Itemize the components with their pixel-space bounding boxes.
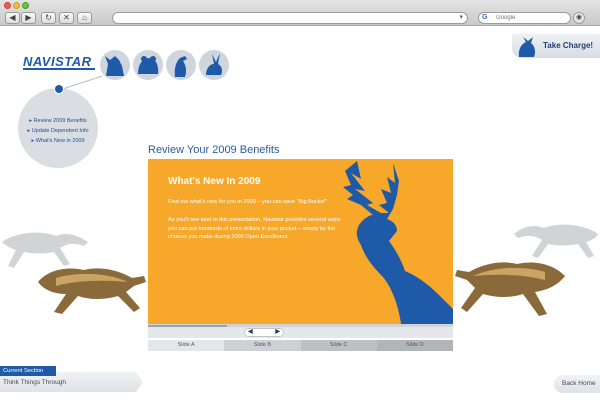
dropdown-arrow-icon[interactable]: ▾ <box>459 13 463 23</box>
search-input[interactable] <box>496 14 566 22</box>
logo-underline <box>23 68 95 70</box>
google-icon: G <box>482 14 488 21</box>
slide-heading: What's New In 2009 <box>168 176 261 187</box>
back-home-button[interactable]: Back Home <box>554 375 600 393</box>
address-bar[interactable]: ▾ <box>112 12 468 24</box>
current-section-name: Think Things Through <box>3 379 66 386</box>
slide-panel: What's New In 2009 Find out what's new f… <box>148 159 453 324</box>
current-section-label: Current Section <box>0 366 56 376</box>
navistar-logo: NAVISTAR <box>23 54 92 69</box>
slide-body: Find out what's new for you in 2009 – yo… <box>168 198 348 242</box>
search-box[interactable]: G <box>478 12 571 24</box>
reload-icon[interactable]: ↻ <box>41 12 56 24</box>
previous-slide-icon[interactable]: ◀ <box>248 329 253 336</box>
slide-paragraph-2: As you'll see later in this presentation… <box>168 216 341 241</box>
back-home-label: Back Home <box>562 380 596 387</box>
side-nav-links: ▸ Review 2009 Benefits ▸ Update Dependen… <box>20 116 96 146</box>
slide-progress-fill <box>148 325 228 327</box>
link-whats-new[interactable]: ▸ What's New in 2009 <box>20 136 96 146</box>
browser-toolbar: ◀ ▶ ↻ ✕ ⌂ ▾ G ◉ <box>0 0 600 26</box>
take-charge-label: Take Charge! <box>543 41 594 50</box>
zoom-window-button[interactable] <box>22 2 29 9</box>
minimize-window-button[interactable] <box>13 2 20 9</box>
bull-icon <box>518 37 535 57</box>
slide-controls: ◀ ▶ <box>148 324 453 338</box>
page-title: Review Your 2009 Benefits <box>148 144 280 156</box>
link-whats-new-label: What's New in 2009 <box>35 138 85 144</box>
slide-tabs: Slide A Slide B Slide C Slide D <box>148 340 453 351</box>
cheetah-ghost-right <box>514 224 598 258</box>
cheetah-left <box>38 268 146 314</box>
link-review-benefits-label: Review 2009 Benefits <box>33 118 87 124</box>
deer-illustration <box>343 161 453 324</box>
take-charge-button[interactable]: Take Charge! <box>512 34 600 58</box>
slide-progress-track <box>148 325 453 327</box>
tab-slide-b[interactable]: Slide B <box>224 340 301 351</box>
menu-icon[interactable]: ◉ <box>573 12 585 24</box>
back-arrow-icon[interactable]: ◀ <box>5 12 20 24</box>
bear-icon[interactable] <box>133 50 163 80</box>
nav-connector <box>63 75 103 89</box>
next-slide-icon[interactable]: ▶ <box>275 329 280 336</box>
close-window-button[interactable] <box>4 2 11 9</box>
current-position-dot <box>54 84 64 94</box>
slide-pager: ◀ ▶ <box>244 328 284 337</box>
slide-paragraph-1: Find out what's new for you in 2009 – yo… <box>168 199 327 205</box>
link-update-dependents[interactable]: ▸ Update Dependent Info <box>20 126 96 136</box>
link-review-benefits[interactable]: ▸ Review 2009 Benefits <box>20 116 96 126</box>
home-icon[interactable]: ⌂ <box>77 12 92 24</box>
forward-arrow-icon[interactable]: ▶ <box>21 12 36 24</box>
wolf-icon[interactable] <box>100 50 130 80</box>
tab-slide-a[interactable]: Slide A <box>148 340 225 351</box>
link-update-dependents-label: Update Dependent Info <box>31 128 89 134</box>
cheetah-right <box>455 262 565 316</box>
jackrabbit-icon[interactable] <box>199 50 229 80</box>
eagle-icon[interactable] <box>166 50 196 80</box>
tab-slide-d[interactable]: Slide D <box>376 340 453 351</box>
stop-icon[interactable]: ✕ <box>59 12 74 24</box>
tab-slide-c[interactable]: Slide C <box>300 340 377 351</box>
